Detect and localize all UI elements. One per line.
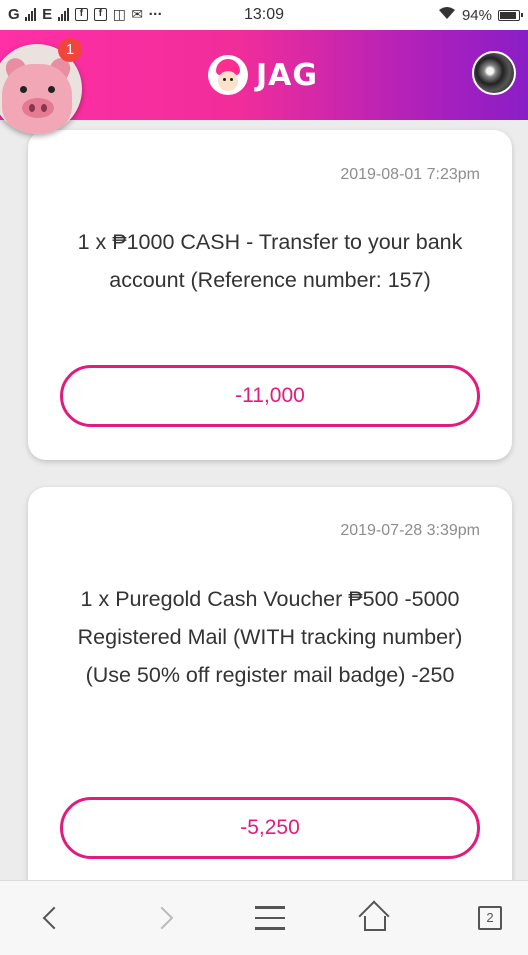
mail-icon: ✉ — [131, 6, 143, 22]
transaction-amount-button[interactable]: -11,000 — [60, 365, 480, 427]
transaction-card: 2019-07-28 3:39pm 1 x Puregold Cash Vouc… — [28, 487, 512, 907]
back-icon — [42, 906, 66, 930]
transaction-card: 2019-08-01 7:23pm 1 x ₱1000 CASH - Trans… — [28, 130, 512, 460]
transaction-description: 1 x ₱1000 CASH - Transfer to your bank a… — [77, 230, 463, 292]
signal-icon — [25, 8, 37, 21]
back-button[interactable] — [10, 881, 90, 955]
more-indicator: ··· — [148, 6, 163, 23]
transaction-description: 1 x Puregold Cash Voucher ₱500 -5000 Reg… — [77, 587, 463, 687]
transaction-date: 2019-08-01 7:23pm — [340, 166, 480, 183]
forward-icon — [150, 906, 174, 930]
notification-badge[interactable]: 1 — [58, 38, 82, 62]
battery-icon — [498, 9, 523, 21]
menu-button[interactable] — [230, 881, 310, 955]
signal-icon-2 — [57, 8, 69, 21]
mascot-logo-icon — [208, 55, 248, 95]
facebook-icon: f — [74, 8, 88, 21]
home-icon — [358, 900, 390, 932]
battery-fill — [500, 11, 516, 19]
status-bar: G E f f ◫ ✉ ··· 13:09 94% — [0, 0, 528, 30]
app-logo[interactable]: JAG — [208, 55, 318, 95]
forward-button[interactable] — [126, 881, 206, 955]
browser-bottom-nav: 2 — [0, 880, 528, 955]
carrier-label-1: G — [8, 6, 20, 23]
tabs-button[interactable]: 2 — [450, 881, 528, 955]
tabs-icon: 2 — [478, 906, 502, 930]
wifi-icon — [438, 6, 456, 24]
status-right: 94% — [438, 6, 523, 24]
status-left: G E f f ◫ ✉ ··· — [8, 6, 163, 23]
facebook-icon-2: f — [93, 8, 107, 21]
transaction-date: 2019-07-28 3:39pm — [340, 522, 480, 539]
carrier-label-2: E — [42, 6, 52, 23]
transaction-amount-button[interactable]: -5,250 — [60, 797, 480, 859]
battery-percent: 94% — [461, 6, 492, 24]
logo-text: JAG — [256, 57, 319, 93]
clock: 13:09 — [244, 6, 285, 23]
home-button[interactable] — [335, 881, 415, 955]
database-icon: ◫ — [112, 6, 126, 22]
profile-avatar[interactable] — [472, 51, 516, 95]
menu-icon — [255, 906, 285, 930]
